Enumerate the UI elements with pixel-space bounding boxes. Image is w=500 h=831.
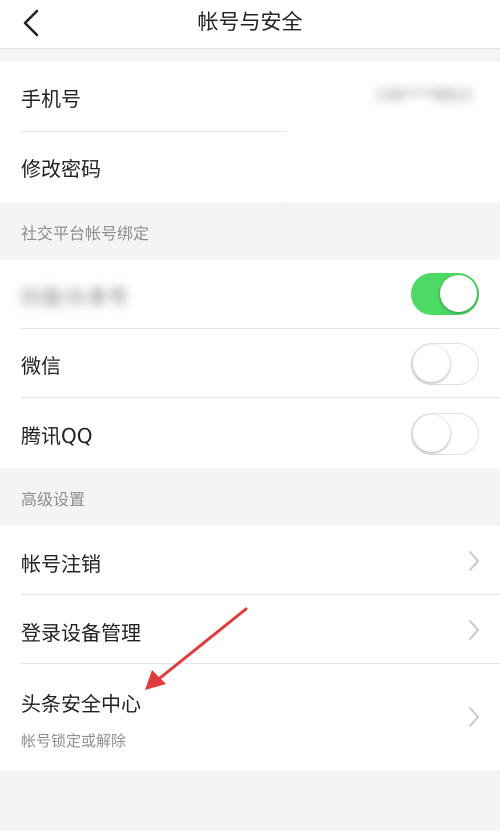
annotation-arrow-icon — [145, 607, 248, 690]
